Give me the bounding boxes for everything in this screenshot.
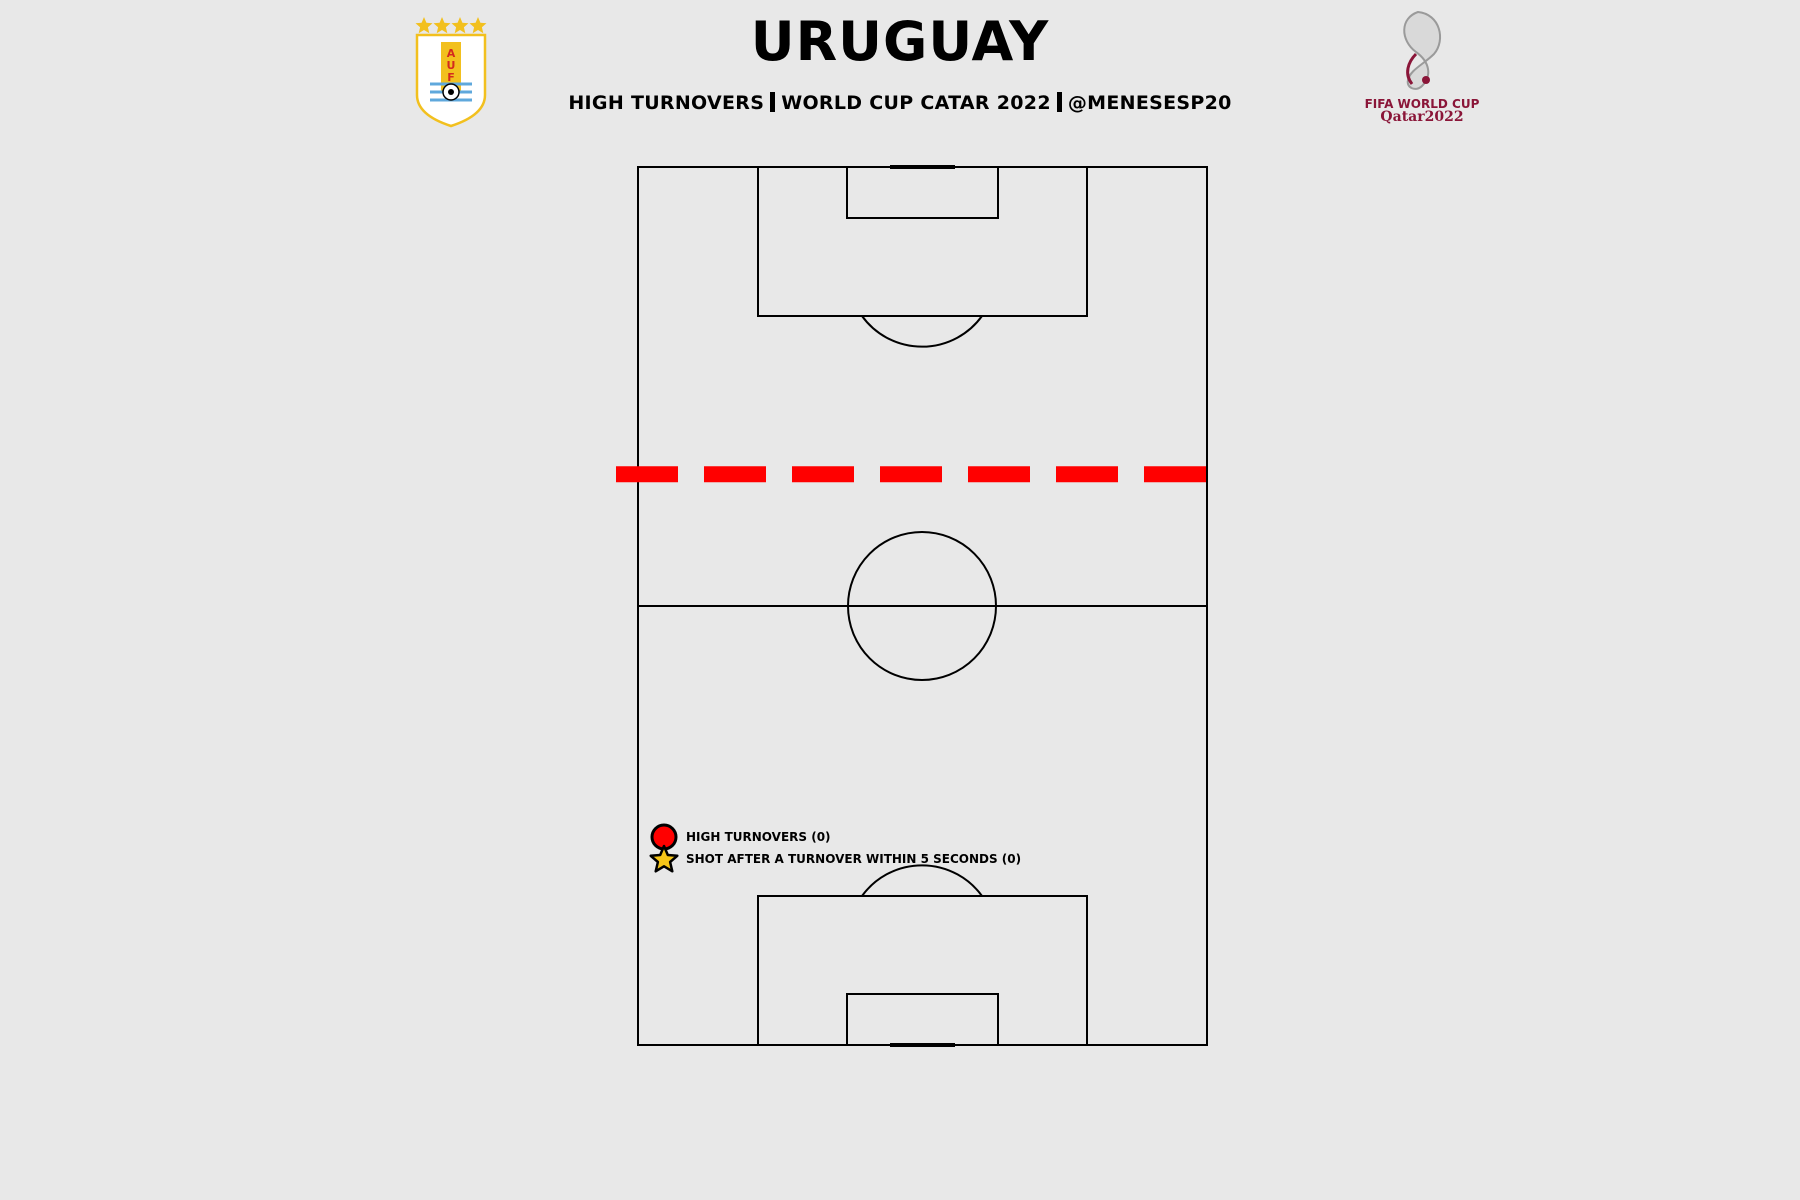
- subtitle-separator: [770, 92, 776, 112]
- top-penalty-arc: [861, 315, 983, 348]
- legend-shot-marker: [649, 844, 679, 873]
- legend-turnover-label: HIGH TURNOVERS (0): [686, 830, 831, 844]
- bottom-penalty-area: [757, 895, 1088, 1046]
- chart-legend: HIGH TURNOVERS (0) SHOT AFTER A TURNOVER…: [649, 823, 1021, 873]
- pitch-chart: A U F FIFA WORLD CUP Qatar2022 HIGH TURN…: [415, 10, 1480, 1047]
- pitch-lines: [637, 165, 1208, 1047]
- top-penalty-area: [757, 166, 1088, 317]
- subtitle-separator: [1056, 92, 1062, 112]
- page-title: URUGUAY: [750, 10, 1050, 73]
- subtitle-part-3: @MENESESP20: [1067, 92, 1232, 114]
- bottom-penalty-arc: [861, 864, 983, 897]
- page-subtitle: HIGH TURNOVERS WORLD CUP CATAR 2022 @MENES…: [0, 92, 1800, 114]
- legend-shot-label: SHOT AFTER A TURNOVER WITHIN 5 SECONDS (…: [686, 852, 1021, 866]
- top-goal-area: [846, 166, 999, 219]
- bottom-goal-area: [846, 993, 999, 1046]
- subtitle-part-2: WORLD CUP CATAR 2022: [781, 92, 1051, 114]
- subtitle-part-1: HIGH TURNOVERS: [568, 92, 765, 114]
